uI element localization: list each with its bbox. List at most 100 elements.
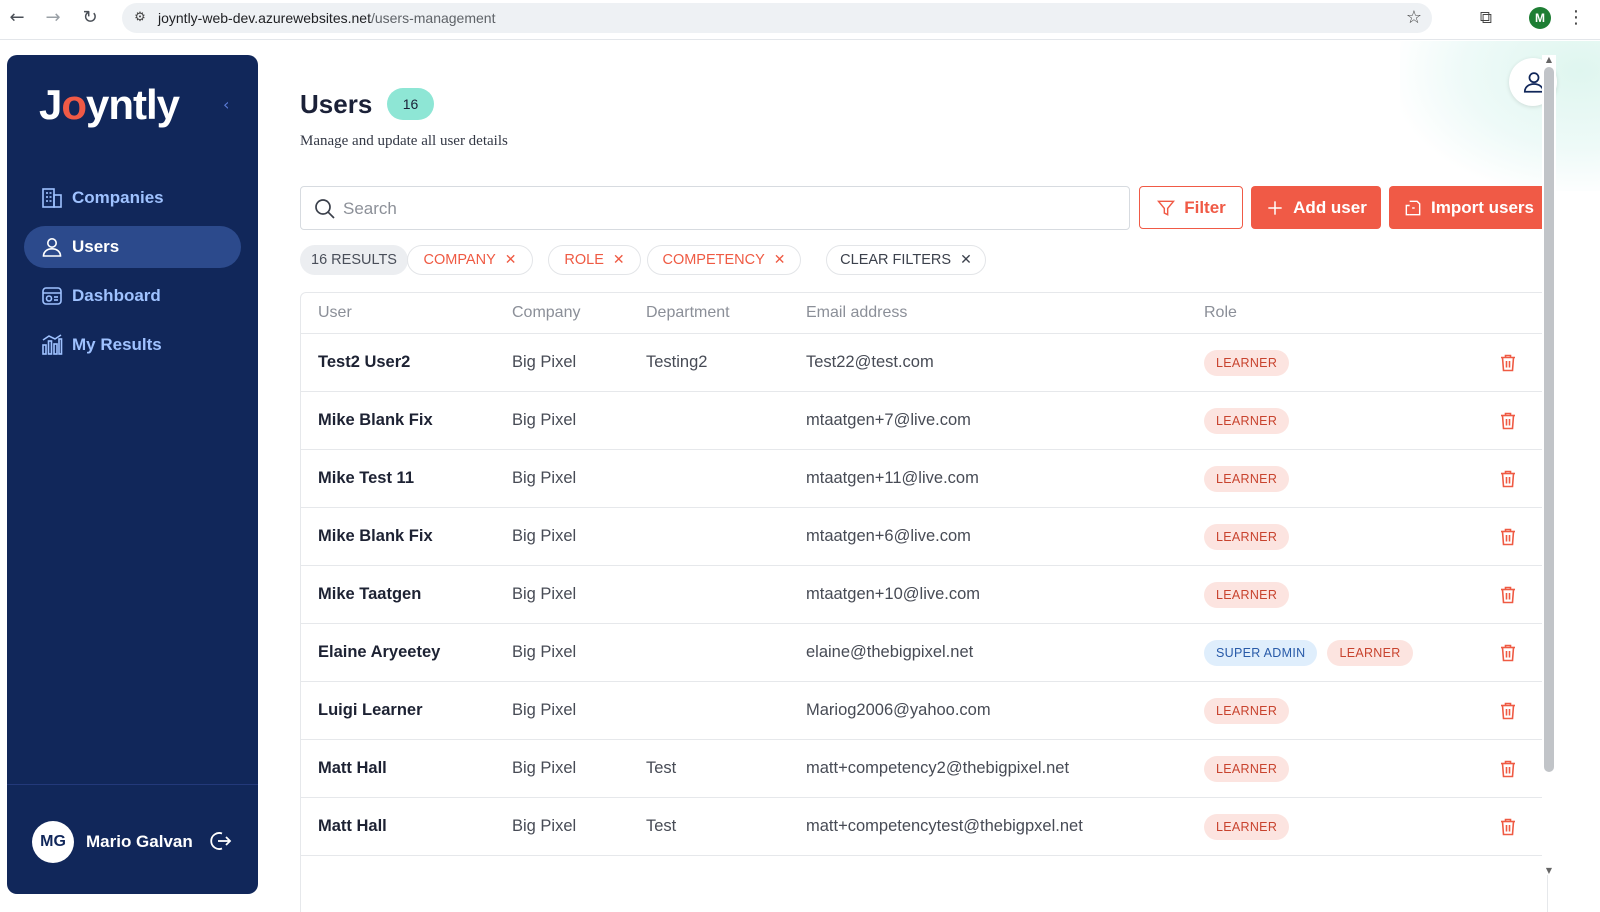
column-header-department[interactable]: Department xyxy=(646,304,730,322)
extensions-icon[interactable]: ⧉ xyxy=(1474,6,1498,30)
user-name-cell: Mike Blank Fix xyxy=(318,527,433,545)
filter-icon xyxy=(1157,200,1176,216)
company-cell: Big Pixel xyxy=(512,701,577,719)
sidebar-divider xyxy=(7,784,258,785)
table-row[interactable]: Mike Blank Fix Big Pixel mtaatgen+7@live.c… xyxy=(301,392,1547,450)
dashboard-icon xyxy=(42,287,62,305)
filter-button[interactable]: Filter xyxy=(1139,186,1243,229)
collapse-sidebar-icon[interactable]: ‹ xyxy=(223,95,229,114)
role-badge: LEARNER xyxy=(1204,350,1290,376)
department-cell: Testing2 xyxy=(646,353,708,371)
email-cell: mtaatgen+10@live.com xyxy=(806,585,981,603)
filter-chip-company[interactable]: COMPANY ✕ xyxy=(407,245,533,275)
search-box[interactable] xyxy=(300,186,1130,230)
search-icon xyxy=(315,199,335,219)
search-input[interactable] xyxy=(343,197,1103,221)
avatar[interactable]: MG xyxy=(32,821,74,863)
delete-user-icon[interactable] xyxy=(1499,469,1517,489)
table-row[interactable]: Mike Test 11 Big Pixel mtaatgen+11@live.co… xyxy=(301,450,1547,508)
main-content: Users 16 Manage and update all user deta… xyxy=(258,41,1600,912)
table-row[interactable]: Mike Taatgen Big Pixel mtaatgen+10@live.co… xyxy=(301,566,1547,624)
table-row[interactable]: Matt Hall Big Pixel Test matt+competencytes… xyxy=(301,798,1547,856)
filter-chip-competency[interactable]: COMPETENCY ✕ xyxy=(647,245,801,275)
sidebar-item-my-results[interactable]: My Results xyxy=(24,324,241,366)
bookmark-star-icon[interactable]: ☆ xyxy=(1406,7,1422,28)
close-icon[interactable]: ✕ xyxy=(774,252,786,268)
plus-icon xyxy=(1268,200,1282,215)
close-icon[interactable]: ✕ xyxy=(613,252,625,268)
page-scrollbar[interactable]: ▲ ▼ xyxy=(1542,55,1556,875)
address-bar[interactable]: ⚙ joyntly-web-dev.azurewebsites.net/user… xyxy=(122,3,1432,33)
delete-user-icon[interactable] xyxy=(1499,353,1517,373)
forward-icon[interactable]: → xyxy=(41,6,65,30)
delete-user-icon[interactable] xyxy=(1499,585,1517,605)
sidebar-item-label: Users xyxy=(72,237,120,256)
department-cell: Test xyxy=(646,817,677,835)
scroll-down-icon[interactable]: ▼ xyxy=(1544,866,1554,875)
user-name-cell: Luigi Learner xyxy=(318,701,423,719)
sidebar-item-users[interactable]: Users xyxy=(24,226,241,268)
reload-icon[interactable]: ↻ xyxy=(78,6,102,30)
page-title: Users xyxy=(300,89,373,119)
sidebar-item-label: Dashboard xyxy=(72,286,161,305)
role-badges: LEARNER xyxy=(1204,698,1290,724)
table-row[interactable]: Test2 User2 Big Pixel Testing2 Test22@test.… xyxy=(301,334,1547,392)
table-row[interactable]: Elaine Aryeetey Big Pixel elaine@thebigpix… xyxy=(301,624,1547,682)
import-icon xyxy=(1405,200,1421,215)
email-cell: elaine@thebigpixel.net xyxy=(806,643,974,661)
table-header: User Company Department Email address Ro… xyxy=(301,293,1547,334)
delete-user-icon[interactable] xyxy=(1499,643,1517,663)
company-cell: Big Pixel xyxy=(512,817,577,835)
role-badge: SUPER ADMIN xyxy=(1204,640,1318,666)
sidebar-item-dashboard[interactable]: Dashboard xyxy=(24,275,241,317)
role-badge: LEARNER xyxy=(1327,640,1413,666)
building-icon xyxy=(42,188,62,208)
column-header-company[interactable]: Company xyxy=(512,304,580,322)
joyntly-logo[interactable]: Joyntly xyxy=(39,81,180,129)
scroll-up-icon[interactable]: ▲ xyxy=(1544,55,1554,64)
scrollbar-thumb[interactable] xyxy=(1544,67,1554,772)
close-icon[interactable]: ✕ xyxy=(505,252,517,268)
role-badge: LEARNER xyxy=(1204,524,1290,550)
sidebar-item-label: Companies xyxy=(72,188,164,207)
role-badge: LEARNER xyxy=(1204,814,1290,840)
delete-user-icon[interactable] xyxy=(1499,701,1517,721)
url-text: joyntly-web-dev.azurewebsites.net/users-… xyxy=(158,10,496,26)
company-cell: Big Pixel xyxy=(512,759,577,777)
chart-icon xyxy=(42,334,63,355)
email-cell: matt+competency2@thebigpixel.net xyxy=(806,759,1070,777)
column-header-user[interactable]: User xyxy=(318,304,352,322)
role-badge: LEARNER xyxy=(1204,698,1290,724)
delete-user-icon[interactable] xyxy=(1499,759,1517,779)
role-badge: LEARNER xyxy=(1204,466,1290,492)
filter-chip-role[interactable]: ROLE ✕ xyxy=(548,245,641,275)
user-name-cell: Test2 User2 xyxy=(318,353,411,371)
import-users-button[interactable]: Import users xyxy=(1389,186,1548,229)
role-badge: LEARNER xyxy=(1204,408,1290,434)
email-cell: mtaatgen+7@live.com xyxy=(806,411,971,429)
table-row[interactable]: Luigi Learner Big Pixel Mariog2006@yahoo.c… xyxy=(301,682,1547,740)
delete-user-icon[interactable] xyxy=(1499,817,1517,837)
delete-user-icon[interactable] xyxy=(1499,527,1517,547)
add-user-button[interactable]: Add user xyxy=(1251,186,1381,229)
table-row[interactable]: Mike Blank Fix Big Pixel mtaatgen+6@live.c… xyxy=(301,508,1547,566)
column-header-role[interactable]: Role xyxy=(1204,304,1237,322)
back-icon[interactable]: ← xyxy=(5,6,29,30)
results-count-chip: 16 RESULTS xyxy=(300,245,408,275)
email-cell: matt+competencytest@thebigpxel.net xyxy=(806,817,1083,835)
delete-user-icon[interactable] xyxy=(1499,411,1517,431)
site-settings-icon[interactable]: ⚙ xyxy=(129,7,151,29)
browser-profile-avatar[interactable]: M xyxy=(1529,7,1551,29)
sidebar-item-companies[interactable]: Companies xyxy=(24,177,241,219)
browser-menu-icon[interactable]: ⋮ xyxy=(1567,6,1585,30)
column-header-email[interactable]: Email address xyxy=(806,304,907,322)
page-subtitle: Manage and update all user details xyxy=(300,133,508,149)
logout-icon[interactable] xyxy=(207,828,233,854)
role-badge: LEARNER xyxy=(1204,756,1290,782)
close-icon[interactable]: ✕ xyxy=(960,252,972,268)
role-badges: LEARNER xyxy=(1204,466,1290,492)
table-row[interactable]: Matt Hall Big Pixel Test matt+competency2@t… xyxy=(301,740,1547,798)
clear-filters-chip[interactable]: CLEAR FILTERS ✕ xyxy=(826,245,986,275)
user-name-cell: Matt Hall xyxy=(318,817,387,835)
role-badge: LEARNER xyxy=(1204,582,1290,608)
